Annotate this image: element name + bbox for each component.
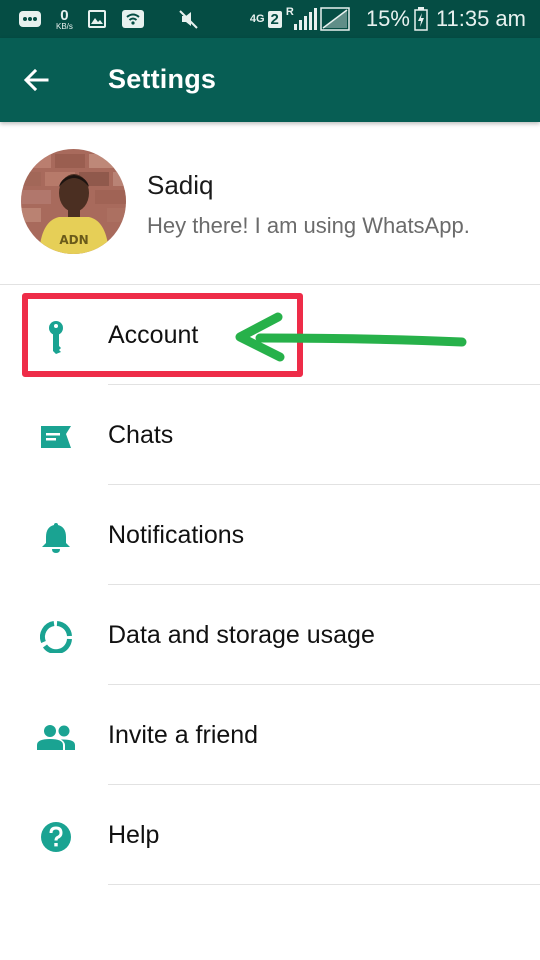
back-button[interactable] xyxy=(16,60,56,100)
clock: 11:35 am xyxy=(435,6,526,31)
profile-name: Sadiq xyxy=(147,170,214,200)
profile-status: Hey there! I am using WhatsApp. xyxy=(147,213,470,238)
menu-item-help[interactable]: Help xyxy=(0,785,540,885)
speed-unit: KB/s xyxy=(56,21,73,31)
sim-slot-badge: 2 xyxy=(267,10,282,28)
help-icon xyxy=(41,822,71,852)
roaming-indicator: R xyxy=(285,6,294,18)
arrow-annotation-icon xyxy=(235,312,467,362)
page-title: Settings xyxy=(108,64,217,94)
menu-item-label: Notifications xyxy=(108,521,245,549)
gallery-icon xyxy=(87,10,106,28)
more-icon xyxy=(19,11,41,27)
network-type: 4G xyxy=(249,13,265,25)
app-bar: Settings xyxy=(0,38,540,122)
signal-icon xyxy=(293,8,317,30)
network-speed: 0 KB/s xyxy=(56,8,73,31)
menu-item-label: Data and storage usage xyxy=(108,621,375,649)
data-usage-icon xyxy=(40,621,72,653)
people-icon xyxy=(37,725,75,750)
profile-row[interactable]: ADN Sadiq Hey there! I am using WhatsApp… xyxy=(0,122,540,285)
menu-item-notifications[interactable]: Notifications xyxy=(0,485,540,585)
avatar[interactable]: ADN xyxy=(21,149,126,254)
signal-empty-icon xyxy=(320,7,350,31)
bell-icon xyxy=(42,523,70,553)
status-bar-left: 0 KB/s xyxy=(18,0,201,38)
menu-item-label: Chats xyxy=(108,421,174,449)
speed-value: 0 xyxy=(60,6,69,24)
chat-icon xyxy=(41,426,71,448)
menu-item-data-storage[interactable]: Data and storage usage xyxy=(0,585,540,685)
mute-icon xyxy=(179,10,198,29)
profile-photo: ADN xyxy=(21,149,126,254)
status-bar: 0 KB/s 4G 2 R 15% 11:35 am xyxy=(0,0,540,38)
status-bar-right: 4G 2 R 15% 11:35 am xyxy=(250,0,526,38)
menu-item-label: Invite a friend xyxy=(108,721,259,749)
menu-item-invite[interactable]: Invite a friend xyxy=(0,685,540,785)
menu-item-label: Help xyxy=(108,821,160,849)
battery-charging-icon xyxy=(414,7,428,31)
svg-text:ADN: ADN xyxy=(59,233,88,247)
battery-percent: 15% xyxy=(365,6,410,31)
wifi-hotspot-icon xyxy=(121,10,144,28)
arrow-back-icon xyxy=(23,68,49,92)
menu-item-chats[interactable]: Chats xyxy=(0,385,540,485)
divider xyxy=(108,884,540,885)
